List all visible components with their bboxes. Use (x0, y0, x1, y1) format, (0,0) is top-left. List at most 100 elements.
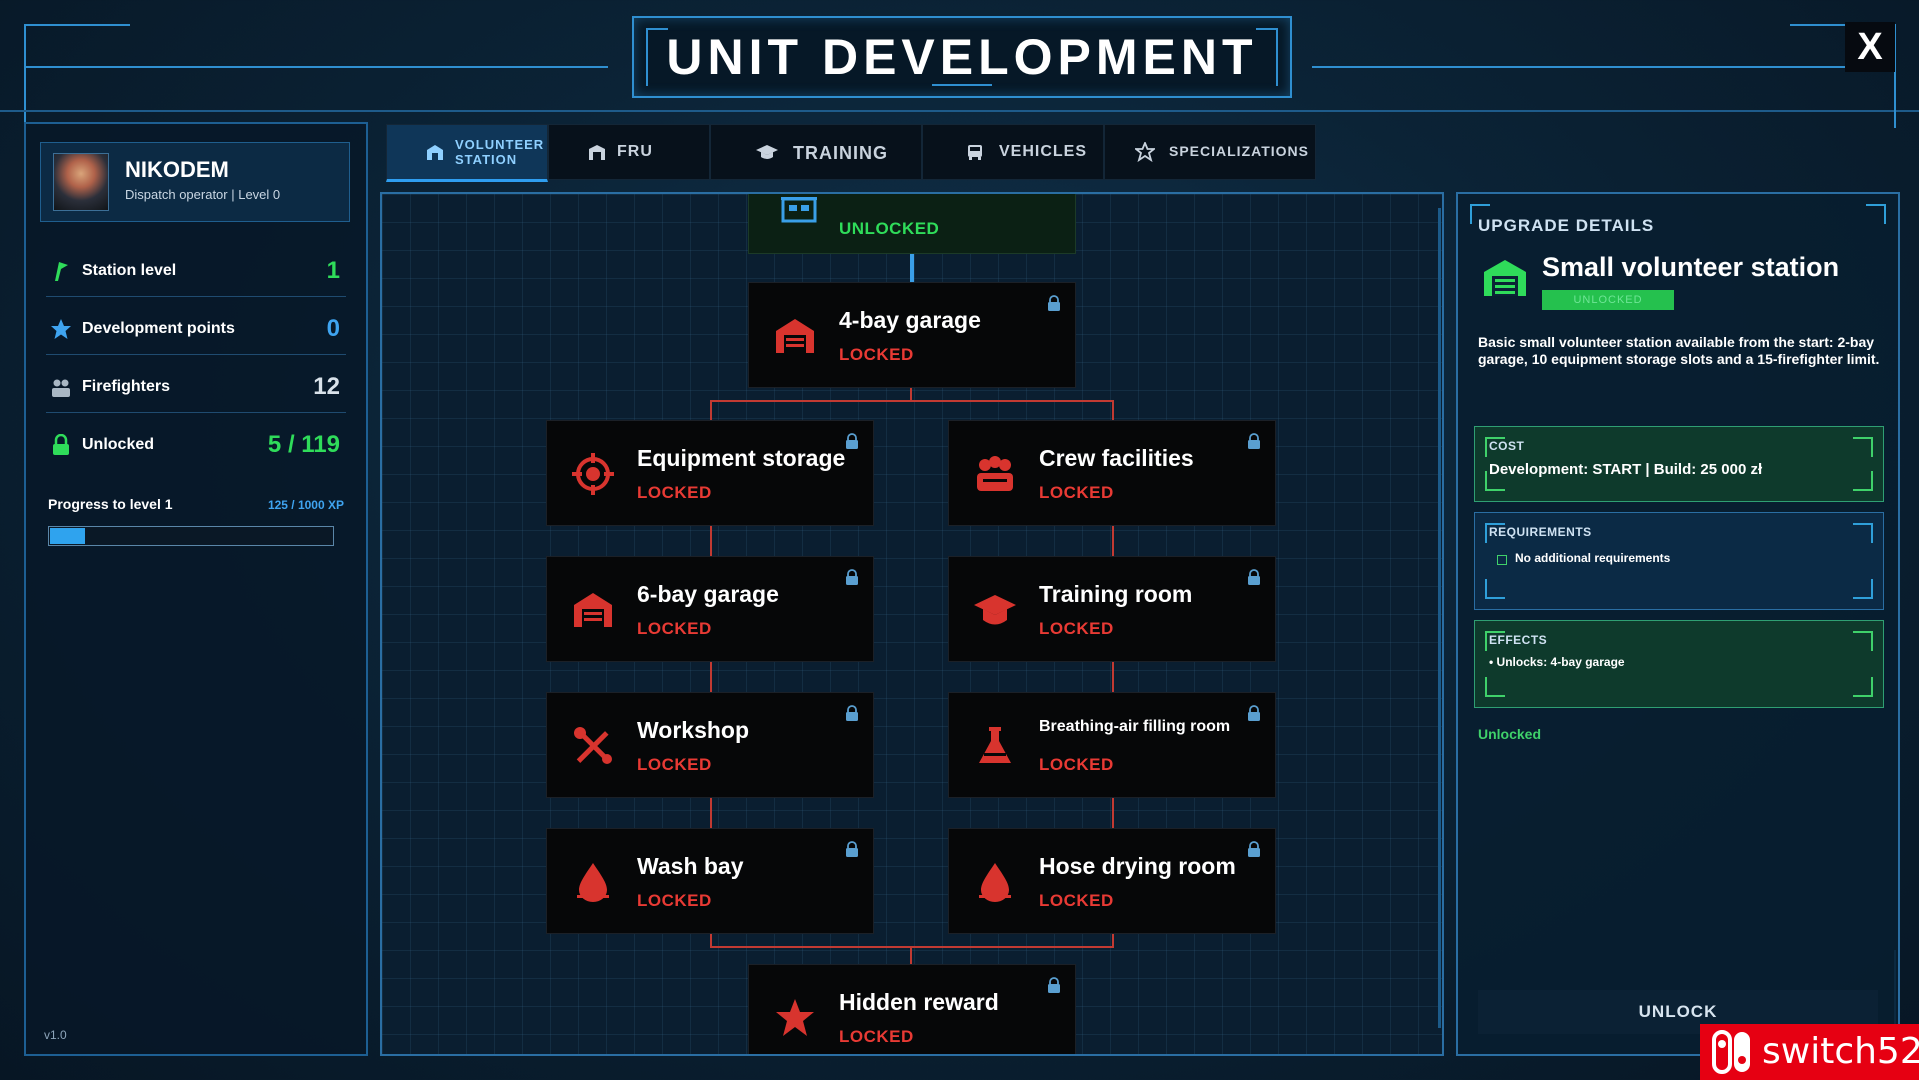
progress-bar (48, 526, 334, 546)
lock-icon (846, 569, 858, 585)
frame-line (1312, 66, 1894, 68)
scrollbar[interactable] (1438, 208, 1441, 1028)
tree-node-breathing-air-filling-room[interactable]: Breathing-air filling room LOCKED (948, 692, 1276, 798)
tree-node-hidden-reward[interactable]: Hidden reward LOCKED (748, 964, 1076, 1054)
star-icon (51, 319, 71, 339)
frame-line (24, 24, 130, 26)
close-button[interactable]: X (1845, 22, 1895, 72)
tree-node-4-bay-garage[interactable]: 4-bay garage LOCKED (748, 282, 1076, 388)
node-status: LOCKED (637, 483, 712, 502)
watermark: switch520 (1700, 1024, 1919, 1080)
connector (710, 946, 1114, 948)
garage-icon (574, 593, 612, 627)
tree-node-root[interactable]: UNLOCKED (748, 194, 1076, 254)
effects-label: EFFECTS (1489, 633, 1548, 647)
stat-unlocked: Unlocked 5 / 119 (46, 420, 346, 470)
tab-label: FRU (617, 143, 653, 160)
status-badge: UNLOCKED (1542, 290, 1674, 310)
effects-box: EFFECTS • Unlocks: 4-bay garage (1474, 620, 1884, 708)
connector (710, 932, 712, 946)
version-label: v1.0 (44, 1028, 67, 1042)
tab-label: TRAINING (793, 143, 888, 163)
node-title: Hidden reward (839, 989, 999, 1015)
tree-node-crew-facilities[interactable]: Crew facilities LOCKED (948, 420, 1276, 526)
connector (710, 400, 712, 420)
tree-node-hose-drying-room[interactable]: Hose drying room LOCKED (948, 828, 1276, 934)
tab-training[interactable]: TRAINING (710, 124, 922, 180)
node-title: Hose drying room (1039, 853, 1236, 879)
stat-value: 0 (326, 315, 340, 342)
flask-icon (979, 727, 1011, 763)
firefighters-icon (52, 379, 70, 397)
details-heading: UPGRADE DETAILS (1478, 216, 1655, 235)
connector (1112, 660, 1114, 692)
connector (1112, 400, 1114, 420)
lock-icon (1248, 433, 1260, 449)
station-icon (781, 197, 817, 223)
tab-label: VOLUNTEER STATION (455, 137, 545, 167)
connector (910, 946, 912, 964)
player-profile: NIKODEM Dispatch operator | Level 0 (40, 142, 350, 222)
node-status: LOCKED (1039, 755, 1114, 774)
node-status: LOCKED (1039, 619, 1114, 638)
stat-station-level: Station level 1 (46, 246, 346, 297)
node-title: 4-bay garage (839, 307, 981, 333)
node-status: LOCKED (637, 619, 712, 638)
crew-icon (977, 456, 1013, 491)
station-icon (427, 145, 443, 160)
tab-vehicles[interactable]: VEHICLES (922, 124, 1104, 180)
cost-label: COST (1489, 439, 1525, 453)
node-status: LOCKED (839, 345, 914, 364)
node-status: LOCKED (1039, 483, 1114, 502)
tree-node-6-bay-garage[interactable]: 6-bay garage LOCKED (546, 556, 874, 662)
lock-icon (1248, 841, 1260, 857)
stat-label: Development points (82, 320, 235, 337)
frame-line (24, 24, 26, 128)
title-panel: UNIT DEVELOPMENT (632, 16, 1292, 98)
stat-development-points: Development points 0 (46, 304, 346, 355)
connector (910, 254, 914, 282)
console-logo-icon (1712, 1030, 1750, 1074)
tab-fru[interactable]: FRU (548, 124, 710, 180)
tab-specializations[interactable]: SPECIALIZATIONS (1104, 124, 1316, 180)
stat-value: 12 (313, 373, 340, 400)
tree-node-training-room[interactable]: Training room LOCKED (948, 556, 1276, 662)
node-title: 6-bay garage (637, 581, 779, 607)
tree-node-workshop[interactable]: Workshop LOCKED (546, 692, 874, 798)
lock-icon (846, 841, 858, 857)
details-description: Basic small volunteer station available … (1478, 334, 1880, 367)
node-title: Wash bay (637, 853, 744, 879)
connector (710, 660, 712, 692)
avatar (53, 153, 109, 211)
node-status: LOCKED (1039, 891, 1114, 910)
upgrade-tree: UNLOCKED 4-bay garage LOCKED Equipment s… (380, 192, 1444, 1056)
node-status: LOCKED (839, 1027, 914, 1046)
lock-icon (1248, 569, 1260, 585)
badge-icon (1135, 142, 1155, 162)
drop-icon (979, 863, 1011, 902)
checkbox-icon (1497, 555, 1507, 565)
frame-line (24, 66, 608, 68)
vehicle-icon (968, 145, 982, 160)
tab-volunteer-station[interactable]: VOLUNTEER STATION (386, 124, 548, 182)
graduation-cap-icon (756, 145, 778, 159)
connector (1112, 524, 1114, 556)
tree-node-wash-bay[interactable]: Wash bay LOCKED (546, 828, 874, 934)
lock-icon (846, 705, 858, 721)
flag-icon (55, 262, 68, 281)
progress-label: Progress to level 1 (48, 496, 173, 512)
lock-icon (1048, 977, 1060, 993)
connector (710, 796, 712, 828)
requirements-box: REQUIREMENTS No additional requirements (1474, 512, 1884, 610)
watermark-text: switch520 (1762, 1031, 1919, 1072)
stat-firefighters: Firefighters 12 (46, 362, 346, 413)
node-title: Training room (1039, 581, 1193, 607)
node-title: Workshop (637, 717, 750, 743)
connector (710, 400, 1114, 402)
requirements-value: No additional requirements (1515, 551, 1671, 565)
node-title: Equipment storage (637, 445, 846, 471)
station-icon (1484, 260, 1526, 296)
tree-node-equipment-storage[interactable]: Equipment storage LOCKED (546, 420, 874, 526)
stat-value: 1 (326, 257, 340, 284)
lock-icon (846, 433, 858, 449)
